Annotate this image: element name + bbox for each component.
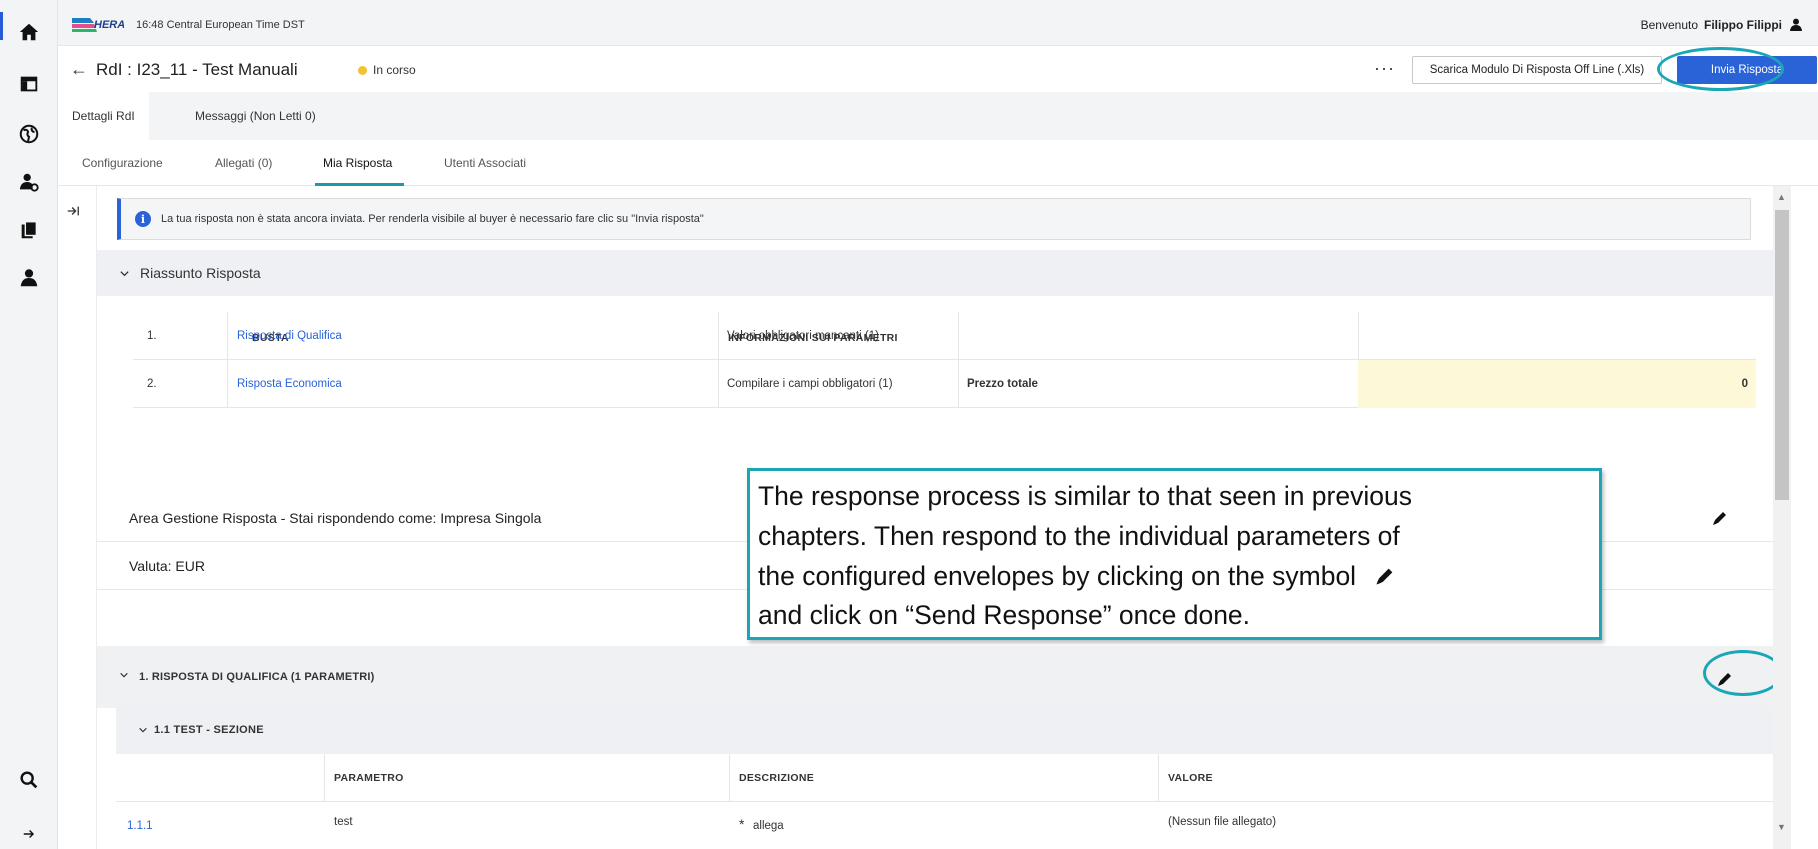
svg-text:HERA: HERA — [94, 19, 124, 31]
top-bar: HERA 16:48 Central European Time DST Ben… — [58, 0, 1818, 46]
highlight-ring-send — [1657, 47, 1784, 91]
currency-text: Valuta: EUR — [129, 557, 205, 574]
home-icon[interactable] — [0, 12, 58, 52]
user-settings-icon[interactable] — [0, 162, 58, 202]
welcome-prefix: Benvenuto — [1640, 18, 1699, 32]
tab-messaggi[interactable]: Messaggi (Non Letti 0) — [195, 109, 316, 123]
param-info: Compilare i campi obbligatori (1) — [727, 378, 893, 390]
subsection-header[interactable]: 1.1 TEST - SEZIONE — [116, 706, 1773, 754]
info-icon: i — [135, 211, 151, 227]
download-offline-button[interactable]: Scarica Modulo Di Risposta Off Line (.Xl… — [1412, 56, 1662, 84]
globe-icon[interactable] — [0, 114, 58, 154]
area-management-text: Area Gestione Risposta - Stai rispondend… — [129, 509, 542, 526]
col-valore: VALORE — [1168, 772, 1213, 784]
row-number: 2. — [147, 378, 157, 390]
callout-line-4: and click on “Send Response” once done. — [758, 600, 1251, 631]
param-table-header: PARAMETRO DESCRIZIONE VALORE — [116, 754, 1773, 802]
tab-allegati[interactable]: Allegati (0) — [215, 156, 272, 170]
pencil-icon — [1376, 569, 1393, 585]
status-text: In corso — [373, 63, 416, 77]
instruction-callout: The response process is similar to that … — [747, 468, 1602, 640]
row-number: 1. — [147, 330, 157, 342]
user-name: Filippo Filippi — [1704, 18, 1782, 32]
hera-logo: HERA — [72, 18, 124, 32]
page-title: RdI : I23_11 - Test Manuali — [96, 60, 298, 79]
scroll-down-icon[interactable]: ▼ — [1777, 822, 1786, 832]
status-badge: In corso — [358, 63, 416, 77]
back-arrow-icon[interactable]: ← — [70, 59, 88, 80]
callout-line-2: chapters. Then respond to the individual… — [758, 520, 1400, 551]
primary-tabs: Dettagli RdI Messaggi (Non Letti 0) — [58, 92, 1818, 140]
info-banner: i La tua risposta non è stata ancora inv… — [117, 198, 1751, 240]
callout-line-1: The response process is similar to that … — [758, 481, 1412, 511]
page-header: ← RdI : I23_11 - Test Manuali In corso ·… — [58, 46, 1818, 92]
dashboard-icon[interactable] — [0, 64, 58, 104]
callout-line-3: the configured envelopes by clicking on … — [758, 560, 1357, 591]
vertical-scrollbar[interactable]: ▲ ▼ — [1773, 186, 1791, 849]
divider — [958, 312, 959, 360]
total-price-value: 0 — [1741, 378, 1748, 390]
arrow-right-icon[interactable] — [0, 822, 58, 846]
divider — [718, 312, 719, 360]
param-name: test — [334, 816, 353, 828]
clock-text: 16:48 Central European Time DST — [136, 19, 305, 31]
scroll-thumb[interactable] — [1775, 210, 1789, 500]
welcome-user[interactable]: Benvenuto Filippo Filippi — [1641, 17, 1804, 33]
col-parametro: PARAMETRO — [334, 772, 404, 784]
chevron-down-icon — [120, 270, 129, 276]
busta-link[interactable]: Risposta di Qualifica — [237, 312, 342, 360]
summary-header[interactable]: Riassunto Risposta — [97, 250, 1774, 296]
total-price-label: Prezzo totale — [967, 378, 1038, 390]
param-info: Valori obbligatori mancanti (1) — [727, 330, 879, 342]
pencil-icon[interactable] — [1711, 509, 1729, 527]
summary-title: Riassunto Risposta — [140, 265, 261, 281]
divider — [324, 754, 325, 802]
table-row: 1. Risposta di Qualifica Valori obbligat… — [133, 312, 1756, 360]
tab-configurazione[interactable]: Configurazione — [82, 156, 163, 170]
param-description: allega — [753, 820, 784, 832]
table-row: 1.1.1 test * allega (Nessun file allegat… — [116, 802, 1773, 849]
documents-icon[interactable] — [0, 210, 58, 250]
divider — [227, 312, 228, 360]
divider — [1358, 312, 1359, 360]
chevron-down-icon — [120, 672, 128, 678]
more-options-icon[interactable]: ··· — [1374, 58, 1395, 79]
required-marker: * — [739, 816, 745, 832]
tab-dettagli-rdi[interactable]: Dettagli RdI — [58, 92, 149, 140]
search-icon[interactable] — [0, 760, 58, 800]
divider — [718, 360, 719, 408]
chevron-down-icon — [139, 727, 147, 733]
busta-link[interactable]: Risposta Economica — [237, 360, 342, 408]
tab-utenti-associati[interactable]: Utenti Associati — [444, 156, 526, 170]
status-dot-icon — [358, 65, 367, 75]
col-descrizione: DESCRIZIONE — [739, 772, 815, 784]
param-value: (Nessun file allegato) — [1168, 816, 1277, 828]
secondary-tabs: Configurazione Allegati (0) Mia Risposta… — [58, 140, 1818, 186]
banner-text: La tua risposta non è stata ancora invia… — [161, 213, 704, 225]
subsection-title: 1.1 TEST - SEZIONE — [154, 724, 264, 736]
collapse-panel-icon[interactable] — [66, 204, 80, 221]
left-rail — [0, 0, 58, 849]
param-id-link[interactable]: 1.1.1 — [127, 820, 153, 832]
section-qualifica-title: 1. RISPOSTA DI QUALIFICA (1 PARAMETRI) — [139, 671, 375, 683]
user-icon[interactable] — [1788, 17, 1804, 33]
divider — [729, 754, 730, 802]
highlight-ring-edit — [1703, 650, 1783, 696]
divider — [1158, 754, 1159, 802]
table-row: 2. Risposta Economica Compilare i campi … — [133, 360, 1756, 408]
divider — [958, 360, 959, 408]
section-qualifica-header[interactable]: 1. RISPOSTA DI QUALIFICA (1 PARAMETRI) — [97, 646, 1774, 708]
callout-line-3-wrap: the configured envelopes by clicking on … — [758, 557, 1591, 597]
user-icon[interactable] — [0, 258, 58, 298]
scroll-up-icon[interactable]: ▲ — [1777, 192, 1786, 202]
divider — [227, 360, 228, 408]
tab-mia-risposta[interactable]: Mia Risposta — [323, 156, 392, 170]
